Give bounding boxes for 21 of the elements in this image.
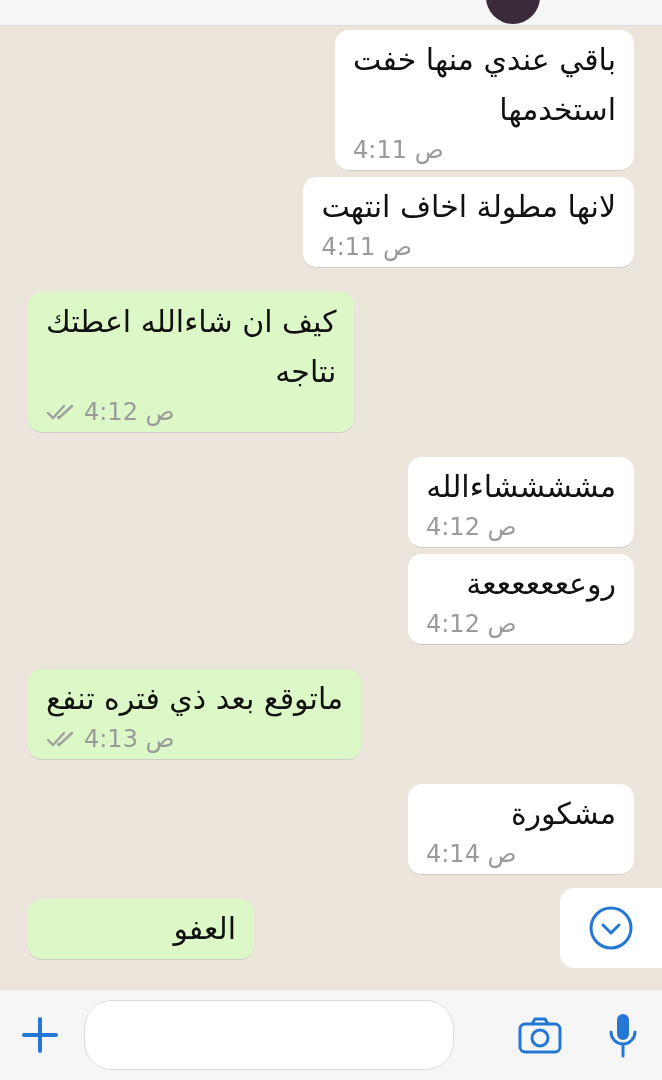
message-input-field[interactable] xyxy=(84,1000,454,1070)
camera-button[interactable] xyxy=(518,1016,562,1054)
scroll-down-button[interactable] xyxy=(560,888,662,968)
add-button[interactable] xyxy=(20,1015,60,1055)
message-time: ص 4:12 xyxy=(426,513,517,541)
message-time: ص 4:11 xyxy=(353,136,444,164)
message-time: ص 4:14 xyxy=(426,840,517,868)
message-text: مششششاءالله xyxy=(426,468,616,506)
message-time: ص 4:13 xyxy=(84,725,175,753)
message-time: ص 4:12 xyxy=(84,398,175,426)
message-text: باقي عندي منها خفت استخدمها xyxy=(353,41,616,130)
message-text: لانها مطولة اخاف انتهت xyxy=(321,188,616,227)
message-time: ص 4:12 xyxy=(426,610,517,638)
chevron-down-icon xyxy=(588,905,634,951)
message-text: العفو xyxy=(171,910,236,948)
message-text: كيف ان شاءالله اعطتك نتاجه xyxy=(46,303,337,391)
message-text: مشكورة xyxy=(509,795,616,833)
message-time: ص 4:11 xyxy=(321,233,412,261)
microphone-button[interactable] xyxy=(608,1012,638,1058)
message-text: ماتوقع بعد ذي فتره تنفع xyxy=(46,680,344,719)
message-text: روعععععععة xyxy=(465,565,616,604)
